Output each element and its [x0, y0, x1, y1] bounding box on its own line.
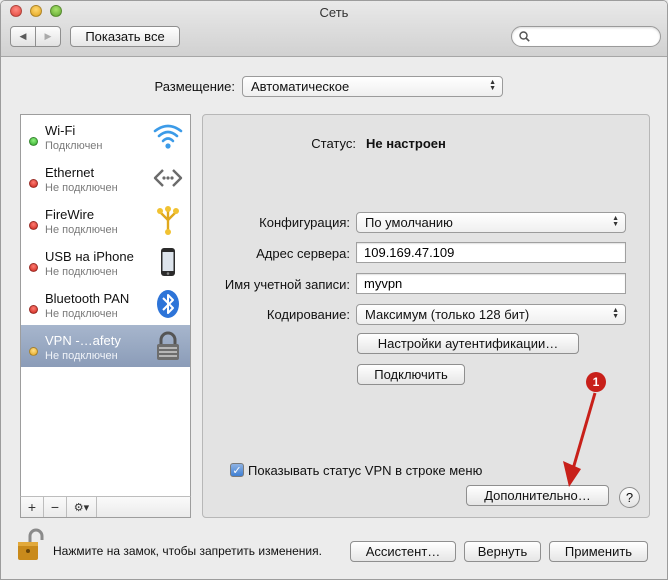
popup-arrows-icon: ▲ ▼ [612, 215, 619, 228]
connect-button[interactable]: Подключить [357, 364, 465, 385]
lock-hint-text: Нажмите на замок, чтобы запретить измене… [53, 544, 322, 558]
service-name: Ethernet [45, 165, 95, 180]
service-list: Wi-Fi Подключен Ethernet Не подключен Fi… [20, 114, 191, 518]
service-status: Не подключен [45, 350, 118, 362]
service-list-controls: + − ⚙▾ [20, 496, 191, 518]
back-forward-control: ◀ ▶ [10, 26, 61, 47]
status-dot [29, 221, 38, 230]
search-icon [519, 31, 530, 42]
status-dot [29, 179, 38, 188]
authentication-settings-button[interactable]: Настройки аутентификации… [357, 333, 579, 354]
window-title: Сеть [319, 5, 349, 20]
show-vpn-status-label: Показывать статус VPN в строке меню [248, 463, 483, 478]
server-address-field[interactable] [356, 242, 626, 263]
service-name: Bluetooth PAN [45, 291, 130, 306]
service-name: USB на iPhone [45, 249, 134, 264]
service-item-vpn[interactable]: VPN -…afety Не подключен [21, 325, 190, 367]
add-service-button[interactable]: + [21, 497, 44, 517]
help-button[interactable]: ? [619, 487, 640, 508]
service-status: Подключен [45, 140, 103, 152]
account-name-field[interactable] [356, 273, 626, 294]
service-status: Не подключен [45, 182, 118, 194]
status-dot [29, 305, 38, 314]
configuration-popup[interactable]: По умолчанию ▲ ▼ [356, 212, 626, 233]
server-address-input[interactable] [362, 244, 625, 261]
popup-arrows-icon: ▲ ▼ [489, 79, 496, 92]
status-dot [29, 263, 38, 272]
location-label: Размещение: [154, 79, 235, 94]
service-status: Не подключен [45, 266, 118, 278]
service-item-ethernet[interactable]: Ethernet Не подключен [21, 157, 190, 199]
forward-button[interactable]: ▶ [35, 27, 60, 46]
service-item-usb-iphone[interactable]: USB на iPhone Не подключен [21, 241, 190, 283]
forward-arrow-icon: ▶ [44, 31, 52, 41]
vpn-lock-icon [157, 331, 179, 360]
show-all-button[interactable]: Показать все [70, 26, 180, 47]
account-name-input[interactable] [362, 275, 625, 292]
search-field[interactable] [511, 26, 661, 47]
service-name: VPN -…afety [45, 333, 121, 348]
annotation-badge: 1 [586, 372, 606, 392]
wifi-icon [153, 124, 183, 149]
configuration-label: Конфигурация: [259, 215, 350, 230]
location-value: Автоматическое [251, 79, 350, 94]
status-label: Статус: [311, 136, 356, 151]
firewire-icon [157, 206, 179, 235]
encryption-label: Кодирование: [266, 307, 350, 322]
location-popup[interactable]: Автоматическое ▲ ▼ [242, 76, 503, 97]
account-name-label: Имя учетной записи: [224, 277, 350, 292]
encryption-value: Максимум (только 128 бит) [365, 307, 530, 322]
encryption-popup[interactable]: Максимум (только 128 бит) ▲ ▼ [356, 304, 626, 325]
revert-button[interactable]: Вернуть [464, 541, 541, 562]
service-status: Не подключен [45, 224, 118, 236]
checkmark-icon: ✓ [232, 464, 242, 477]
service-item-wifi[interactable]: Wi-Fi Подключен [21, 115, 190, 157]
search-input[interactable] [534, 28, 654, 45]
back-button[interactable]: ◀ [11, 27, 35, 46]
status-dot [29, 137, 38, 146]
server-address-label: Адрес сервера: [256, 246, 350, 261]
ethernet-icon [153, 169, 183, 187]
title-bar: Сеть ◀ ▶ Показать все [1, 1, 667, 57]
iphone-icon [161, 248, 175, 276]
assistant-button[interactable]: Ассистент… [350, 541, 456, 562]
gear-menu-button[interactable]: ⚙▾ [67, 497, 97, 517]
annotation-arrow-icon [563, 392, 597, 487]
service-item-bluetooth[interactable]: Bluetooth PAN Не подключен [21, 283, 190, 325]
popup-arrows-icon: ▲ ▼ [612, 307, 619, 320]
service-name: Wi-Fi [45, 123, 76, 138]
remove-service-button[interactable]: − [44, 497, 67, 517]
show-vpn-status-checkbox[interactable]: ✓ [230, 463, 244, 477]
service-status: Не подключен [45, 308, 118, 320]
service-item-firewire[interactable]: FireWire Не подключен [21, 199, 190, 241]
apply-button[interactable]: Применить [549, 541, 648, 562]
status-dot [29, 347, 38, 356]
status-value: Не настроен [366, 136, 446, 151]
service-name: FireWire [45, 207, 95, 222]
configuration-value: По умолчанию [365, 215, 453, 230]
lock-open-icon[interactable] [16, 528, 44, 562]
network-preferences-window: Сеть ◀ ▶ Показать все Размещение: Автома… [0, 0, 668, 580]
bluetooth-icon [157, 290, 179, 318]
back-arrow-icon: ◀ [19, 31, 27, 41]
